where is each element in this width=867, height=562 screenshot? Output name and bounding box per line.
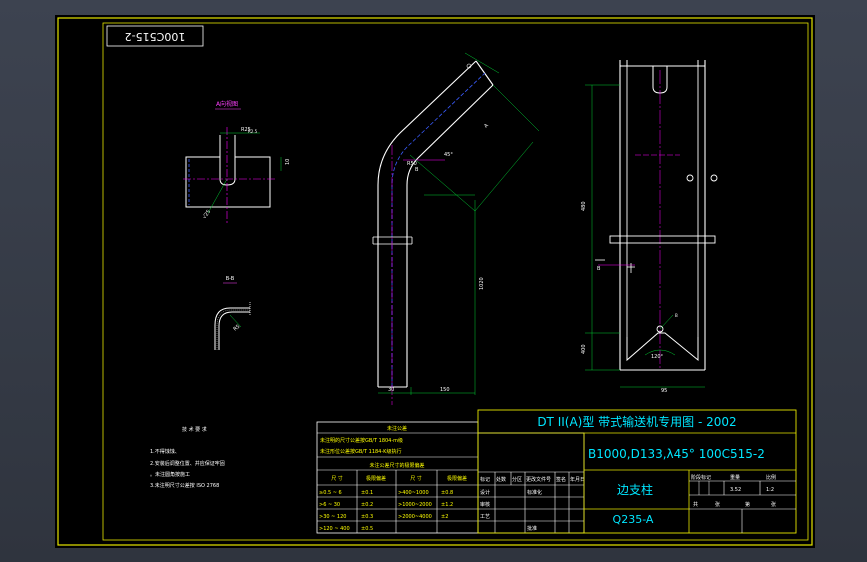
title-part-name: 边支柱 — [617, 482, 653, 497]
main-dim-2: B — [415, 167, 419, 173]
main-dim-0: 45° — [444, 152, 453, 158]
tolerance-cell-0-1: ±0.1 — [361, 490, 373, 496]
tech-note-1: 1.不得蚀蚀、 — [150, 448, 180, 455]
view-a-dim-2: √25 — [202, 209, 212, 220]
side-dim-1: 400 — [581, 344, 587, 354]
title-scale: 1:2 — [766, 487, 774, 493]
view-a: A向视图 R25 10 √25 R2.5 — [183, 100, 291, 225]
side-dim-3: 120° — [651, 354, 664, 360]
tech-note-3: 。未注圆角按施工 — [150, 471, 190, 478]
tolerance-note-1: 未注明的尺寸公差按GB/T 1804-m级 — [320, 437, 403, 444]
view-a-dim-3: R2.5 — [248, 129, 258, 134]
view-a-label: A向视图 — [216, 100, 238, 108]
title-sheet-2: 第 — [745, 501, 750, 508]
title-sheet-3: 张 — [771, 501, 776, 508]
tolerance-title: 未注公差 — [387, 425, 407, 432]
main-dim-4: 1020 — [479, 277, 485, 290]
main-dim-6: 150 — [440, 387, 450, 393]
tech-note-2: 2.安装后调整位置、并应保证牢固 — [150, 460, 225, 467]
tolerance-cell-2-1: ±0.3 — [361, 514, 373, 520]
rev-mid-0: 标准化 — [527, 489, 542, 496]
tolerance-cell-1-2: >1000~2000 — [398, 502, 432, 508]
rev-header-0: 标记 — [480, 476, 490, 483]
tech-note-4: 3.未注明尺寸公差按 ISO 2768 — [150, 482, 219, 489]
rev-mid-1: 批准 — [527, 525, 537, 532]
rev-header-5: 年月日 — [570, 476, 585, 483]
title-material: Q235-A — [613, 513, 654, 526]
cad-viewport-area: 100C515-2 A向视图 R25 10 √25 R2.5 B-B R5 45… — [0, 0, 867, 562]
drawing-code-box: 100C515-2 — [106, 25, 204, 47]
side-dim-0: 480 — [581, 201, 587, 211]
tech-notes: 技 术 要 求 1.不得蚀蚀、 2.安装后调整位置、并应保证牢固 。未注圆角按施… — [150, 426, 225, 489]
tolerance-cell-1-0: >6 ~ 30 — [319, 502, 340, 508]
revision-block: 标记 处数 分区 更改文件号 签名 年月日 设计 审核 工艺 标准化 批准 — [477, 432, 585, 534]
tolerance-cell-1-1: ±0.2 — [361, 502, 373, 508]
rev-row-2: 工艺 — [480, 514, 490, 520]
main-view: 45° R50 B A 1020 30 150 — [372, 52, 540, 405]
view-b-section: B-B R5 — [214, 276, 251, 350]
view-b-dim-0: R5 — [232, 324, 241, 333]
main-dim-3: A — [483, 122, 490, 129]
title-scale-label: 比例 — [766, 474, 776, 481]
rev-header-3: 更改文件号 — [526, 476, 551, 483]
title-sheet-0: 共 — [693, 501, 698, 508]
title-spec: B1000,D133,λ45° 100C515-2 — [588, 447, 765, 461]
tolerance-cell-2-2: >2000~4000 — [398, 514, 432, 520]
tolerance-cell-0-0: ≥0.5 ~ 6 — [319, 490, 342, 496]
side-dim-2: 95 — [661, 388, 667, 394]
view-b-label: B-B — [226, 276, 235, 282]
tolerance-header-2: 尺 寸 — [410, 475, 422, 482]
rev-header-2: 分区 — [512, 476, 522, 483]
drawing-svg: 100C515-2 A向视图 R25 10 √25 R2.5 B-B R5 45… — [57, 17, 813, 546]
main-view-hidden-line — [391, 72, 486, 387]
tolerance-cell-1-3: ±1.2 — [441, 502, 453, 508]
main-view-tube-inner — [406, 84, 494, 387]
title-block: DT II(A)型 带式输送机专用图 - 2002 B1000,D133,λ45… — [477, 409, 797, 534]
view-a-dim-1: 10 — [285, 159, 291, 165]
title-stage-label: 阶段标记 — [691, 474, 711, 481]
drawing-code-rotated: 100C515-2 — [125, 30, 186, 43]
tolerance-cell-3-0: >120 ~ 400 — [319, 526, 350, 532]
side-dim-4: B — [597, 266, 601, 272]
tolerance-cell-2-3: ±2 — [441, 514, 448, 520]
side-view: B 120° 480 400 95 B — [581, 60, 718, 394]
view-a-plate — [185, 156, 271, 208]
side-dim-5: B — [675, 313, 678, 318]
tolerance-cell-0-2: >400~1000 — [398, 490, 429, 496]
rev-header-4: 签名 — [556, 476, 566, 483]
title-weight-label: 重量 — [730, 474, 740, 481]
tolerance-header-0: 尺 寸 — [331, 475, 343, 482]
tolerance-note-2: 未注形位公差按GB/T 1184-K级执行 — [320, 448, 401, 455]
tolerance-table: 未注公差 未注明的尺寸公差按GB/T 1804-m级 未注形位公差按GB/T 1… — [316, 421, 479, 534]
rev-header-1: 处数 — [496, 476, 506, 483]
rev-row-0: 设计 — [480, 489, 490, 496]
title-weight: 3.52 — [730, 487, 741, 493]
tech-notes-title: 技 术 要 求 — [182, 426, 207, 433]
title-banner: DT II(A)型 带式输送机专用图 - 2002 — [537, 414, 736, 429]
tolerance-cell-0-3: ±0.8 — [441, 490, 453, 496]
main-dim-5: 30 — [388, 387, 394, 393]
drawing-canvas[interactable]: 100C515-2 A向视图 R25 10 √25 R2.5 B-B R5 45… — [55, 15, 815, 548]
rev-row-1: 审核 — [480, 501, 490, 508]
tolerance-subtitle: 未注公差尺寸的极限偏差 — [369, 462, 424, 469]
tolerance-header-1: 极限偏差 — [366, 475, 386, 482]
tolerance-header-3: 极限偏差 — [447, 475, 467, 482]
tolerance-cell-2-0: >30 ~ 120 — [319, 514, 346, 520]
main-view-tube-outer — [377, 60, 477, 387]
title-sheet-1: 张 — [715, 501, 720, 508]
tolerance-cell-3-1: ±0.5 — [361, 526, 373, 532]
